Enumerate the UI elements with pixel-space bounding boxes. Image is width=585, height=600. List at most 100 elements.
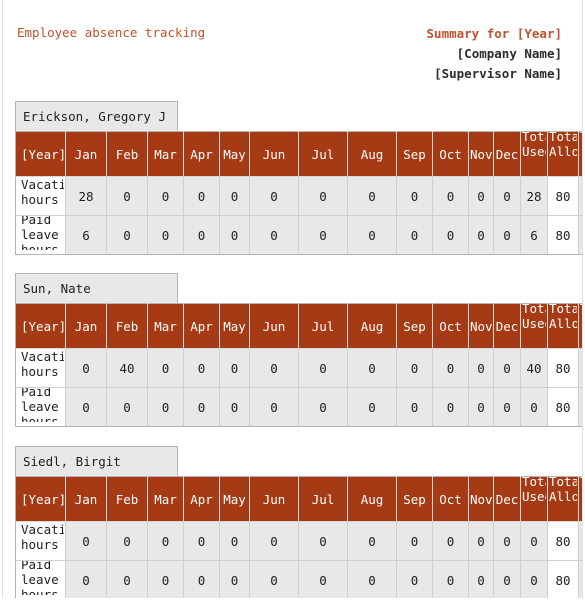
- cell-aug[interactable]: 0: [347, 215, 397, 255]
- column-header-may: May: [219, 303, 250, 349]
- cell-total-allott[interactable]: 80: [547, 176, 579, 216]
- cell-oct[interactable]: 0: [432, 348, 469, 388]
- column-header-jul: Jul: [298, 476, 348, 522]
- cell-mar[interactable]: 0: [147, 348, 184, 388]
- cell-oct[interactable]: 0: [432, 521, 469, 561]
- cell-aug[interactable]: 0: [347, 176, 397, 216]
- cell-dec[interactable]: 0: [493, 215, 521, 255]
- cell-jun[interactable]: 0: [249, 521, 299, 561]
- column-header-aug: Aug: [347, 131, 397, 177]
- column-header-jun: Jun: [249, 476, 299, 522]
- employee-name-field[interactable]: Siedl, Birgit: [15, 446, 178, 476]
- cell-apr[interactable]: 0: [183, 560, 220, 598]
- cell-jul[interactable]: 0: [298, 348, 348, 388]
- cell-apr[interactable]: 0: [183, 176, 220, 216]
- absence-table: [Year] Jan Feb Mar Apr May Jun Jul Aug Sep Oct Nov D…: [15, 303, 582, 427]
- cell-sep[interactable]: 0: [396, 348, 433, 388]
- cell-sep[interactable]: 0: [396, 521, 433, 561]
- cell-jan[interactable]: 6: [65, 215, 107, 255]
- column-header-jan: Jan: [65, 131, 107, 177]
- cell-sep[interactable]: 0: [396, 215, 433, 255]
- cell-jun[interactable]: 0: [249, 348, 299, 388]
- column-header-year: [Year]: [15, 131, 66, 177]
- cell-nov[interactable]: 0: [468, 176, 494, 216]
- cell-dec[interactable]: 0: [493, 176, 521, 216]
- cell-sep[interactable]: 0: [396, 560, 433, 598]
- cell-sep[interactable]: 0: [396, 387, 433, 427]
- absence-table: [Year] Jan Feb Mar Apr May Jun Jul Aug Sep Oct Nov D…: [15, 131, 582, 255]
- employee-name-field[interactable]: Sun, Nate: [15, 273, 178, 303]
- column-header-nov: Nov: [468, 303, 494, 349]
- row-label-paid-leave-hours: Paid leave hours: [15, 215, 66, 255]
- cell-jul[interactable]: 0: [298, 560, 348, 598]
- cell-total-left: 80: [578, 560, 582, 598]
- cell-aug[interactable]: 0: [347, 560, 397, 598]
- cell-jun[interactable]: 0: [249, 560, 299, 598]
- cell-jul[interactable]: 0: [298, 521, 348, 561]
- cell-jul[interactable]: 0: [298, 176, 348, 216]
- supervisor-name-field[interactable]: [Supervisor Name]: [427, 64, 562, 84]
- cell-apr[interactable]: 0: [183, 387, 220, 427]
- column-header-sep: Sep: [396, 131, 433, 177]
- cell-mar[interactable]: 0: [147, 560, 184, 598]
- cell-oct[interactable]: 0: [432, 387, 469, 427]
- cell-aug[interactable]: 0: [347, 387, 397, 427]
- cell-total-allott[interactable]: 80: [547, 348, 579, 388]
- column-header-jan: Jan: [65, 303, 107, 349]
- cell-total-left: 80: [578, 521, 582, 561]
- cell-may[interactable]: 0: [219, 521, 250, 561]
- cell-mar[interactable]: 0: [147, 521, 184, 561]
- cell-feb[interactable]: 0: [106, 215, 148, 255]
- cell-total-allott[interactable]: 80: [547, 560, 579, 598]
- cell-jan[interactable]: 28: [65, 176, 107, 216]
- cell-nov[interactable]: 0: [468, 215, 494, 255]
- cell-jun[interactable]: 0: [249, 387, 299, 427]
- cell-mar[interactable]: 0: [147, 176, 184, 216]
- cell-total-allott[interactable]: 80: [547, 521, 579, 561]
- cell-aug[interactable]: 0: [347, 348, 397, 388]
- cell-sep[interactable]: 0: [396, 176, 433, 216]
- cell-dec[interactable]: 0: [493, 387, 521, 427]
- cell-dec[interactable]: 0: [493, 521, 521, 561]
- cell-nov[interactable]: 0: [468, 560, 494, 598]
- cell-nov[interactable]: 0: [468, 348, 494, 388]
- company-name-field[interactable]: [Company Name]: [427, 44, 562, 64]
- cell-jun[interactable]: 0: [249, 176, 299, 216]
- cell-jan[interactable]: 0: [65, 387, 107, 427]
- cell-jan[interactable]: 0: [65, 348, 107, 388]
- cell-mar[interactable]: 0: [147, 387, 184, 427]
- cell-may[interactable]: 0: [219, 176, 250, 216]
- cell-feb[interactable]: 0: [106, 560, 148, 598]
- cell-jun[interactable]: 0: [249, 215, 299, 255]
- cell-jul[interactable]: 0: [298, 387, 348, 427]
- cell-feb[interactable]: 40: [106, 348, 148, 388]
- cell-mar[interactable]: 0: [147, 215, 184, 255]
- cell-may[interactable]: 0: [219, 215, 250, 255]
- cell-jan[interactable]: 0: [65, 560, 107, 598]
- cell-jan[interactable]: 0: [65, 521, 107, 561]
- cell-total-allott[interactable]: 80: [547, 387, 579, 427]
- employee-name-field[interactable]: Erickson, Gregory J: [15, 101, 178, 131]
- cell-may[interactable]: 0: [219, 348, 250, 388]
- cell-dec[interactable]: 0: [493, 348, 521, 388]
- cell-aug[interactable]: 0: [347, 521, 397, 561]
- cell-may[interactable]: 0: [219, 560, 250, 598]
- cell-feb[interactable]: 0: [106, 521, 148, 561]
- cell-apr[interactable]: 0: [183, 521, 220, 561]
- cell-apr[interactable]: 0: [183, 348, 220, 388]
- cell-jul[interactable]: 0: [298, 215, 348, 255]
- cell-total-left: 52: [578, 176, 582, 216]
- cell-nov[interactable]: 0: [468, 521, 494, 561]
- cell-dec[interactable]: 0: [493, 560, 521, 598]
- cell-nov[interactable]: 0: [468, 387, 494, 427]
- cell-may[interactable]: 0: [219, 387, 250, 427]
- cell-oct[interactable]: 0: [432, 560, 469, 598]
- cell-feb[interactable]: 0: [106, 387, 148, 427]
- cell-total-allott[interactable]: 80: [547, 215, 579, 255]
- cell-feb[interactable]: 0: [106, 176, 148, 216]
- column-header-mar: Mar: [147, 476, 184, 522]
- cell-oct[interactable]: 0: [432, 215, 469, 255]
- cell-apr[interactable]: 0: [183, 215, 220, 255]
- row-label-paid-leave-hours: Paid leave hours: [15, 387, 66, 427]
- cell-oct[interactable]: 0: [432, 176, 469, 216]
